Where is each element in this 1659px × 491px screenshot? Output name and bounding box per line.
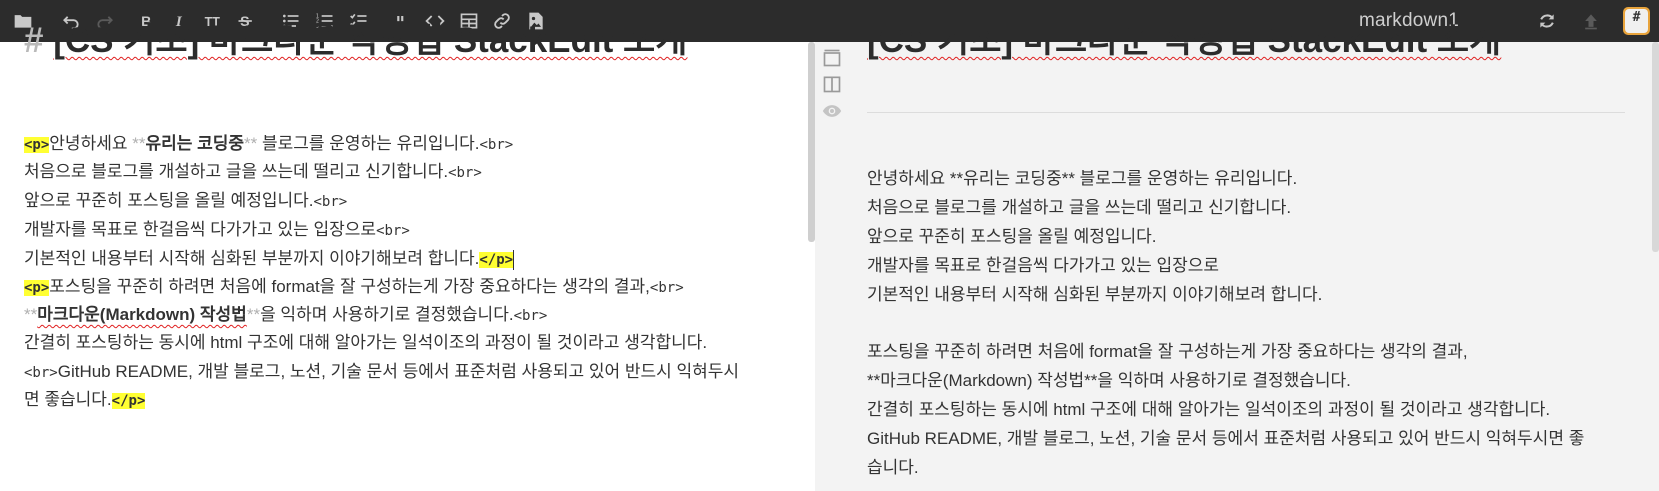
editor-line: 처음으로 블로그를 개설하고 글을 쓰는데 떨리고 신기합니다.<br> bbox=[24, 161, 482, 184]
p-open-tag: <p> bbox=[24, 137, 50, 153]
line-text: 개발자를 목표로 한걸음씩 다가가고 있는 입장으로 bbox=[24, 220, 377, 239]
line-text: 앞으로 꾸준히 포스팅을 올릴 예정입니다. bbox=[24, 191, 314, 210]
bold-marker: ** bbox=[132, 134, 146, 153]
preview-line: 개발자를 목표로 한걸음씩 다가가고 있는 입장으로 bbox=[867, 256, 1220, 275]
line-text: GitHub README, 개발 블로그, 노션, 기술 문서 등에서 표준처… bbox=[57, 362, 740, 381]
p-close-tag: </p> bbox=[111, 393, 146, 409]
editor-line: **마크다운(Markdown) 작성법**을 익하며 사용하기로 결정했습니다… bbox=[24, 304, 547, 327]
editor-line: 간결히 포스팅하는 동시에 html 구조에 대해 알아가는 일석이조의 과정이… bbox=[24, 332, 707, 354]
br-tag: <br> bbox=[24, 365, 58, 381]
br-tag: <br> bbox=[649, 280, 684, 296]
preview-line: 기본적인 내용부터 시작해 심화된 부분까지 이야기해보려 합니다. bbox=[867, 285, 1323, 304]
explorer-toggle-button[interactable]: # bbox=[1623, 7, 1650, 35]
line-text: 면 좋습니다. bbox=[24, 390, 112, 409]
line-text: 기본적인 내용부터 시작해 심화된 부분까지 이야기해보려 합니다. bbox=[24, 249, 480, 268]
editor-line: 개발자를 목표로 한걸음씩 다가가고 있는 입장으로<br> bbox=[24, 219, 410, 242]
line-text: 간결히 포스팅하는 동시에 html 구조에 대해 알아가는 일석이조의 과정이… bbox=[24, 333, 708, 352]
preview-line: 처음으로 블로그를 개설하고 글을 쓰는데 떨리고 신기합니다. bbox=[867, 198, 1292, 217]
preview-line: 안녕하세요 **유리는 코딩중** 블로그를 운영하는 유리입니다. bbox=[867, 169, 1298, 188]
br-tag: <br> bbox=[513, 308, 548, 324]
line-text: 포스팅을 꾸준히 하려면 처음에 format을 잘 구성하는게 가장 중요하다… bbox=[49, 277, 650, 296]
editor-line: <br>GitHub README, 개발 블로그, 노션, 기술 문서 등에서… bbox=[24, 361, 739, 384]
editor-heading-text: [CS 기초] 마크다운 작성법 StackEdit 소개 bbox=[53, 21, 688, 60]
editor-heading: # [CS 기초] 마크다운 작성법 StackEdit 소개 bbox=[24, 12, 687, 63]
editor-line: 기본적인 내용부터 시작해 심화된 부분까지 이야기해보려 합니다.</p> bbox=[24, 248, 515, 271]
line-text: 을 익하며 사용하기로 결정했습니다. bbox=[260, 305, 514, 324]
editor-line: <p>포스팅을 꾸준히 하려면 처음에 format을 잘 구성하는게 가장 중… bbox=[24, 276, 684, 299]
bold-marker: ** bbox=[246, 305, 261, 324]
sync-icon[interactable] bbox=[1535, 9, 1559, 33]
preview-only-icon[interactable] bbox=[822, 48, 842, 68]
editor-line: 앞으로 꾸준히 포스팅을 올릴 예정입니다.<br> bbox=[24, 190, 347, 213]
preview-scrollbar[interactable] bbox=[1652, 42, 1659, 252]
editor-scrollbar[interactable] bbox=[808, 42, 815, 242]
bold-text: 마크다운(Markdown) 작성법 bbox=[37, 305, 247, 324]
bold-marker: ** bbox=[24, 305, 38, 324]
preview-line: 포스팅을 꾸준히 하려면 처음에 format을 잘 구성하는게 가장 중요하다… bbox=[867, 342, 1468, 361]
preview-line: **마크다운(Markdown) 작성법**을 익하며 사용하기로 결정했습니다… bbox=[867, 371, 1351, 390]
preview-heading: [CS 기초] 마크다운 작성법 StackEdit 소개 bbox=[867, 21, 1502, 60]
heading-hash: # bbox=[24, 21, 44, 60]
bold-marker: ** bbox=[244, 134, 258, 153]
preview-line: 습니다. bbox=[867, 458, 919, 477]
br-tag: <br> bbox=[376, 223, 410, 239]
layout-sidebar bbox=[815, 42, 847, 491]
p-open-tag: <p> bbox=[24, 280, 50, 296]
br-tag: <br> bbox=[313, 194, 348, 210]
editor-line: 면 좋습니다.</p> bbox=[24, 389, 146, 412]
br-tag: <br> bbox=[479, 137, 514, 153]
line-text: 안녕하세요 bbox=[49, 134, 133, 153]
line-text: 처음으로 블로그를 개설하고 글을 쓰는데 떨리고 신기합니다. bbox=[24, 162, 449, 181]
preview-line: 간결히 포스팅하는 동시에 html 구조에 대해 알아가는 일석이조의 과정이… bbox=[867, 400, 1551, 419]
heading-divider bbox=[867, 112, 1625, 113]
text-cursor bbox=[513, 249, 515, 270]
preview-line: GitHub README, 개발 블로그, 노션, 기술 문서 등에서 표준처… bbox=[867, 429, 1585, 448]
side-by-side-icon[interactable] bbox=[822, 74, 842, 94]
br-tag: <br> bbox=[448, 165, 482, 181]
bold-text: 유리는 코딩중 bbox=[145, 134, 245, 153]
p-close-tag: </p> bbox=[479, 252, 514, 268]
publish-icon[interactable] bbox=[1579, 9, 1603, 33]
preview-line: 앞으로 꾸준히 포스팅을 올릴 예정입니다. bbox=[867, 227, 1157, 246]
line-text: 블로그를 운영하는 유리입니다. bbox=[257, 134, 480, 153]
eye-icon[interactable] bbox=[822, 101, 842, 121]
editor-line: <p>안녕하세요 **유리는 코딩중** 블로그를 운영하는 유리입니다.<br… bbox=[24, 133, 513, 156]
hash-label: # bbox=[1625, 9, 1648, 33]
